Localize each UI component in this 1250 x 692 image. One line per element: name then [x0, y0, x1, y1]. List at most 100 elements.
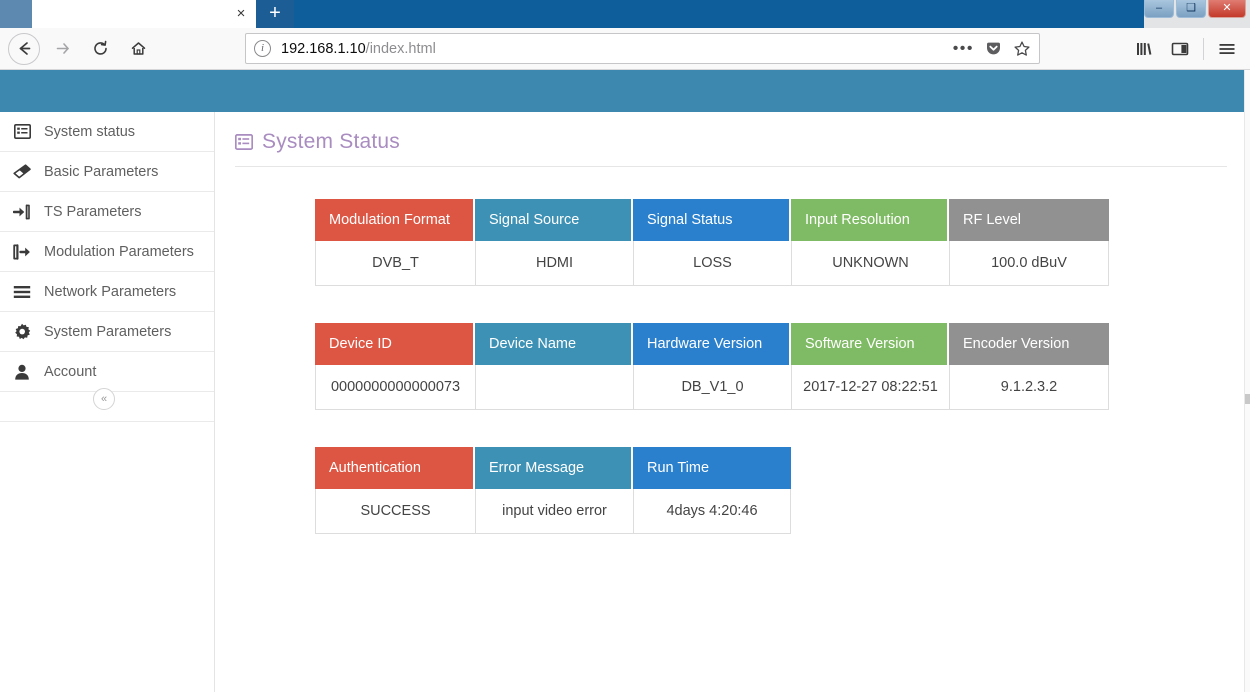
- status-tables: Modulation Format Signal Source Signal S…: [235, 199, 1244, 534]
- sidebar-navigation: System status Basic Parameters TS Parame…: [0, 112, 215, 692]
- tab-close-icon[interactable]: ×: [232, 5, 250, 23]
- column-header-rf-level: RF Level: [949, 199, 1109, 241]
- runtime-table: Authentication Error Message Run Time SU…: [315, 447, 791, 534]
- window-controls: – ❑ ✕: [1144, 0, 1246, 20]
- page-actions-icon[interactable]: •••: [953, 40, 974, 56]
- table-row: SUCCESS input video error 4days 4:20:46: [315, 489, 791, 534]
- reload-button[interactable]: [84, 33, 116, 65]
- sidebar-item-label: Basic Parameters: [44, 163, 159, 180]
- bookmark-star-icon[interactable]: [1013, 40, 1031, 58]
- sidebar-item-label: Network Parameters: [44, 283, 177, 300]
- toolbar-right-group: [1127, 33, 1244, 65]
- browser-tab[interactable]: [32, 0, 256, 28]
- bars-icon: [8, 285, 36, 299]
- cell-authentication: SUCCESS: [315, 489, 475, 534]
- column-header-signal-status: Signal Status: [633, 199, 791, 241]
- sidebar-item-label: TS Parameters: [44, 203, 142, 220]
- tab-strip-left-filler: [0, 0, 32, 28]
- tab-strip: × + – ❑ ✕: [0, 0, 1250, 28]
- page-scrollbar-thumb[interactable]: [1245, 394, 1250, 404]
- sidebar-item-system-parameters[interactable]: System Parameters: [0, 312, 214, 352]
- toolbar-divider: [1203, 38, 1204, 60]
- address-bar[interactable]: i 192.168.1.10/index.html •••: [245, 33, 1040, 64]
- cell-hardware-version: DB_V1_0: [633, 365, 791, 410]
- sidebar-item-system-status[interactable]: System status: [0, 112, 214, 152]
- tab-strip-right-area: [294, 0, 1144, 28]
- web-page-content: System status Basic Parameters TS Parame…: [0, 70, 1244, 692]
- main-content: System Status Modulation Format Signal S…: [215, 112, 1244, 692]
- list-alt-icon: [8, 124, 36, 139]
- cell-software-version: 2017-12-27 08:22:51: [791, 365, 949, 410]
- device-table: Device ID Device Name Hardware Version S…: [315, 323, 1109, 410]
- cell-modulation-format: DVB_T: [315, 241, 475, 286]
- app-header-bar: [0, 70, 1244, 112]
- cell-error-message: input video error: [475, 489, 633, 534]
- sidebar-collapse-button[interactable]: «: [93, 388, 115, 410]
- page-title: System Status: [262, 130, 400, 153]
- forward-arrow-icon: [56, 43, 69, 54]
- maximize-button[interactable]: ❑: [1176, 0, 1206, 18]
- close-window-button[interactable]: ✕: [1208, 0, 1246, 18]
- new-tab-button[interactable]: +: [256, 0, 294, 28]
- table-header-row: Modulation Format Signal Source Signal S…: [315, 199, 1109, 241]
- url-host: 192.168.1.10: [281, 40, 366, 57]
- cell-input-resolution: UNKNOWN: [791, 241, 949, 286]
- gear-icon: [8, 323, 36, 341]
- library-icon[interactable]: [1127, 34, 1161, 64]
- url-text[interactable]: 192.168.1.10/index.html: [281, 41, 945, 57]
- back-button[interactable]: [8, 32, 40, 65]
- sidebar-item-modulation-parameters[interactable]: Modulation Parameters: [0, 232, 214, 272]
- table-row: 0000000000000073 DB_V1_0 2017-12-27 08:2…: [315, 365, 1109, 410]
- site-info-icon[interactable]: i: [254, 40, 271, 57]
- page-title-row: System Status: [235, 130, 1227, 167]
- column-header-error-message: Error Message: [475, 447, 633, 489]
- sidebar-toggle-icon[interactable]: [1163, 34, 1197, 64]
- signal-table: Modulation Format Signal Source Signal S…: [315, 199, 1109, 286]
- address-bar-actions: •••: [953, 40, 1031, 58]
- sidebar-item-label: System status: [44, 123, 136, 140]
- minimize-button[interactable]: –: [1144, 0, 1174, 18]
- eraser-icon: [8, 164, 36, 179]
- column-header-run-time: Run Time: [633, 447, 791, 489]
- forward-button[interactable]: [46, 33, 78, 65]
- home-icon: [131, 42, 145, 55]
- table-header-row: Authentication Error Message Run Time: [315, 447, 791, 489]
- cell-signal-source: HDMI: [475, 241, 633, 286]
- column-header-hardware-version: Hardware Version: [633, 323, 791, 365]
- cell-device-name: [475, 365, 633, 410]
- list-alt-icon: [235, 134, 253, 150]
- cell-rf-level: 100.0 dBuV: [949, 241, 1109, 286]
- url-path: /index.html: [365, 40, 436, 57]
- sidebar-item-basic-parameters[interactable]: Basic Parameters: [0, 152, 214, 192]
- table-row: DVB_T HDMI LOSS UNKNOWN 100.0 dBuV: [315, 241, 1109, 286]
- sidebar-collapse-row: «: [0, 388, 214, 422]
- column-header-modulation-format: Modulation Format: [315, 199, 475, 241]
- column-header-authentication: Authentication: [315, 447, 475, 489]
- column-header-device-name: Device Name: [475, 323, 633, 365]
- sidebar-item-network-parameters[interactable]: Network Parameters: [0, 272, 214, 312]
- sidebar-item-label: System Parameters: [44, 323, 172, 340]
- hamburger-menu-icon[interactable]: [1210, 34, 1244, 64]
- column-header-input-resolution: Input Resolution: [791, 199, 949, 241]
- pocket-icon[interactable]: [985, 40, 1002, 57]
- back-arrow-icon: [19, 42, 30, 55]
- sidebar-item-label: Account: [44, 363, 97, 380]
- column-header-signal-source: Signal Source: [475, 199, 633, 241]
- sidebar-item-ts-parameters[interactable]: TS Parameters: [0, 192, 214, 232]
- browser-window: × + – ❑ ✕ i 192.168.1.10/index.html ••• …: [0, 0, 1250, 692]
- column-header-device-id: Device ID: [315, 323, 475, 365]
- home-button[interactable]: [122, 33, 154, 65]
- user-icon: [8, 364, 36, 380]
- cell-signal-status: LOSS: [633, 241, 791, 286]
- sign-out-icon: [8, 243, 36, 260]
- table-header-row: Device ID Device Name Hardware Version S…: [315, 323, 1109, 365]
- cell-run-time: 4days 4:20:46: [633, 489, 791, 534]
- reload-icon: [93, 40, 107, 55]
- sidebar-item-label: Modulation Parameters: [44, 243, 194, 260]
- cell-device-id: 0000000000000073: [315, 365, 475, 410]
- sidebar-item-account[interactable]: Account: [0, 352, 214, 392]
- page-scrollbar[interactable]: [1244, 70, 1250, 692]
- cell-encoder-version: 9.1.2.3.2: [949, 365, 1109, 410]
- column-header-software-version: Software Version: [791, 323, 949, 365]
- column-header-encoder-version: Encoder Version: [949, 323, 1109, 365]
